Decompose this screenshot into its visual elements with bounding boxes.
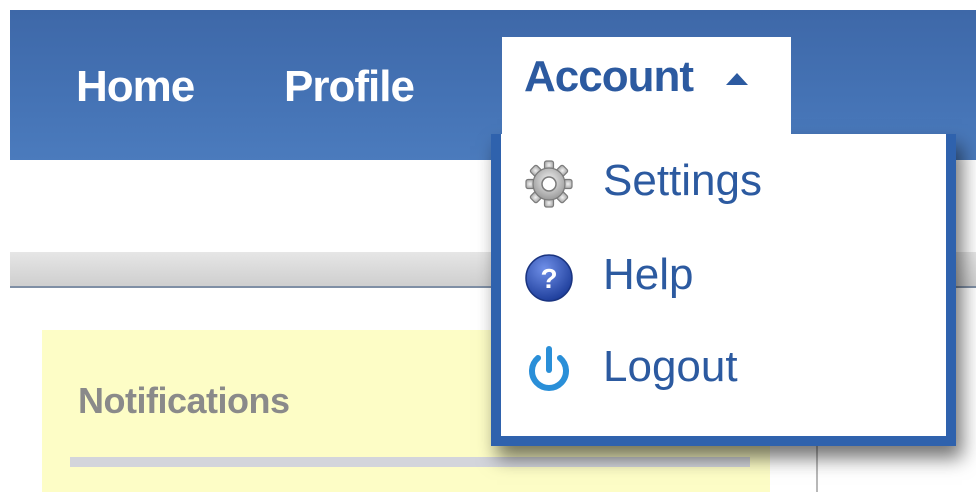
menu-item-settings-label: Settings xyxy=(603,156,762,205)
account-dropdown-menu: Settings ? Help Logout xyxy=(491,134,956,446)
menu-item-logout-label: Logout xyxy=(603,342,738,391)
menu-item-logout[interactable]: Logout xyxy=(501,320,946,410)
gear-icon xyxy=(523,158,575,210)
page: Home Profile Notifications Account Setti… xyxy=(0,0,976,492)
menu-item-help[interactable]: ? Help xyxy=(501,228,946,318)
power-icon xyxy=(523,344,575,396)
caret-up-icon xyxy=(726,73,748,85)
notifications-title: Notifications xyxy=(78,380,290,421)
nav-link-profile[interactable]: Profile xyxy=(284,62,415,112)
account-label: Account xyxy=(524,52,694,101)
nav-link-home[interactable]: Home xyxy=(76,62,195,112)
nav-account-menu-toggle[interactable]: Account xyxy=(502,37,791,147)
svg-text:?: ? xyxy=(540,263,557,294)
notifications-divider xyxy=(70,457,750,467)
top-edge xyxy=(0,0,976,10)
menu-item-settings[interactable]: Settings xyxy=(501,134,946,224)
menu-item-help-label: Help xyxy=(603,250,694,299)
help-icon: ? xyxy=(523,252,575,304)
